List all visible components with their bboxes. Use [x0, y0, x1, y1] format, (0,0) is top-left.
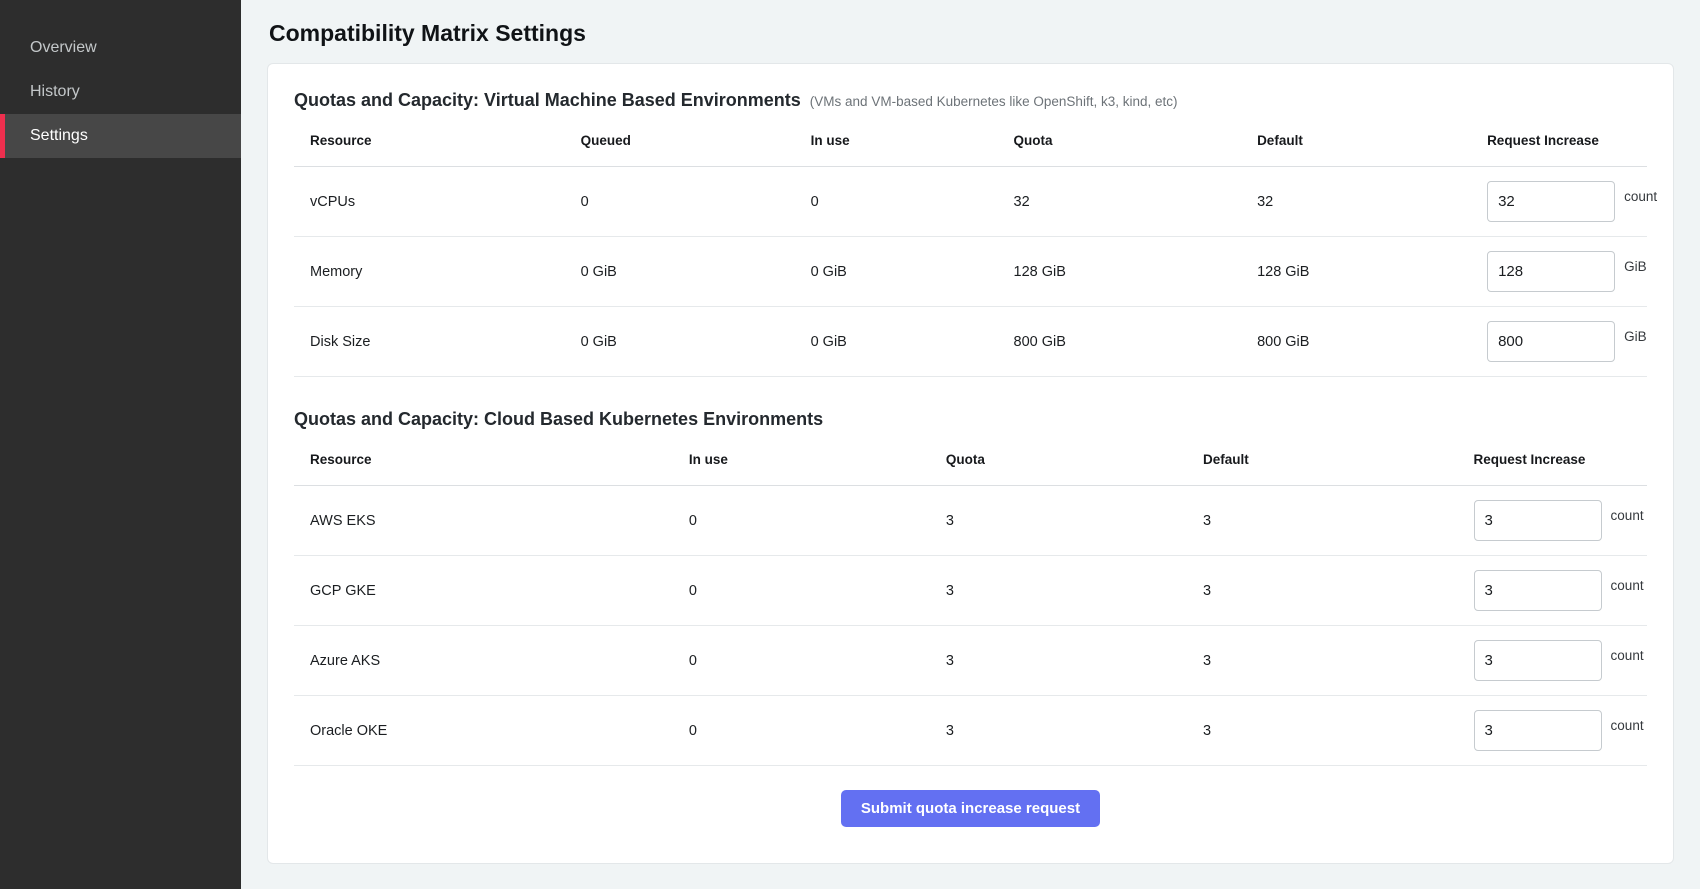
cell-resource: Memory [294, 237, 565, 307]
sidebar-item-settings[interactable]: Settings [0, 114, 241, 158]
cell-default: 3 [1187, 556, 1458, 626]
vm-section-subtitle: (VMs and VM-based Kubernetes like OpenSh… [810, 94, 1178, 109]
cell-request-increase: count [1471, 167, 1647, 237]
cell-default: 3 [1187, 696, 1458, 766]
cloud-section-header: Quotas and Capacity: Cloud Based Kuberne… [294, 409, 1647, 430]
cloud-col-header-quota: Quota [930, 436, 1187, 486]
cloud-col-header-in-use: In use [673, 436, 930, 486]
submit-quota-increase-button[interactable]: Submit quota increase request [841, 790, 1100, 827]
cloud-section-title: Quotas and Capacity: Cloud Based Kuberne… [294, 409, 823, 430]
cell-queued: 0 [565, 167, 795, 237]
unit-label: GiB [1624, 329, 1647, 344]
cell-request-increase: GiB [1471, 237, 1647, 307]
aws-eks-request-input[interactable] [1474, 500, 1602, 541]
cell-default: 3 [1187, 486, 1458, 556]
table-row: AWS EKS 0 3 3 count [294, 486, 1647, 556]
button-row: Submit quota increase request [294, 766, 1647, 841]
table-row: Memory 0 GiB 0 GiB 128 GiB 128 GiB GiB [294, 237, 1647, 307]
main-content: Compatibility Matrix Settings Quotas and… [241, 0, 1700, 889]
unit-label: count [1624, 189, 1657, 204]
cell-resource: vCPUs [294, 167, 565, 237]
vm-col-header-queued: Queued [565, 117, 795, 167]
unit-label: count [1611, 508, 1644, 523]
page-title: Compatibility Matrix Settings [269, 20, 1674, 47]
cell-request-increase: count [1458, 696, 1647, 766]
cell-resource: Azure AKS [294, 626, 673, 696]
cell-quota: 800 GiB [998, 307, 1242, 377]
vm-quota-table: Resource Queued In use Quota Default Req… [294, 117, 1647, 377]
settings-card: Quotas and Capacity: Virtual Machine Bas… [267, 63, 1674, 864]
cloud-col-header-resource: Resource [294, 436, 673, 486]
vm-table-header-row: Resource Queued In use Quota Default Req… [294, 117, 1647, 167]
vm-col-header-quota: Quota [998, 117, 1242, 167]
table-row: GCP GKE 0 3 3 count [294, 556, 1647, 626]
unit-label: count [1611, 648, 1644, 663]
cell-resource: Disk Size [294, 307, 565, 377]
cell-request-increase: count [1458, 626, 1647, 696]
cell-default: 128 GiB [1241, 237, 1471, 307]
vcpus-request-input[interactable] [1487, 181, 1615, 222]
vm-section-title: Quotas and Capacity: Virtual Machine Bas… [294, 90, 801, 111]
cell-default: 32 [1241, 167, 1471, 237]
cell-default: 3 [1187, 626, 1458, 696]
sidebar-item-overview[interactable]: Overview [0, 26, 241, 70]
cell-in-use: 0 GiB [795, 307, 998, 377]
cell-in-use: 0 [673, 556, 930, 626]
cell-quota: 128 GiB [998, 237, 1242, 307]
cell-queued: 0 GiB [565, 307, 795, 377]
cloud-quota-table: Resource In use Quota Default Request In… [294, 436, 1647, 766]
cell-quota: 3 [930, 626, 1187, 696]
table-row: Oracle OKE 0 3 3 count [294, 696, 1647, 766]
cell-queued: 0 GiB [565, 237, 795, 307]
cell-request-increase: count [1458, 556, 1647, 626]
unit-label: count [1611, 578, 1644, 593]
cell-in-use: 0 [673, 486, 930, 556]
cell-in-use: 0 GiB [795, 237, 998, 307]
sidebar-item-history[interactable]: History [0, 70, 241, 114]
cell-resource: Oracle OKE [294, 696, 673, 766]
cell-in-use: 0 [673, 696, 930, 766]
cell-resource: AWS EKS [294, 486, 673, 556]
disk-size-request-input[interactable] [1487, 321, 1615, 362]
unit-label: GiB [1624, 259, 1647, 274]
cell-resource: GCP GKE [294, 556, 673, 626]
table-row: vCPUs 0 0 32 32 count [294, 167, 1647, 237]
memory-request-input[interactable] [1487, 251, 1615, 292]
cell-quota: 3 [930, 696, 1187, 766]
cloud-col-header-request-increase: Request Increase [1458, 436, 1647, 486]
vm-section-header: Quotas and Capacity: Virtual Machine Bas… [294, 90, 1647, 111]
cell-default: 800 GiB [1241, 307, 1471, 377]
azure-aks-request-input[interactable] [1474, 640, 1602, 681]
unit-label: count [1611, 718, 1644, 733]
cell-in-use: 0 [795, 167, 998, 237]
vm-col-header-resource: Resource [294, 117, 565, 167]
cell-quota: 32 [998, 167, 1242, 237]
cell-request-increase: count [1458, 486, 1647, 556]
cell-request-increase: GiB [1471, 307, 1647, 377]
cell-quota: 3 [930, 556, 1187, 626]
vm-col-header-in-use: In use [795, 117, 998, 167]
vm-col-header-request-increase: Request Increase [1471, 117, 1647, 167]
cell-quota: 3 [930, 486, 1187, 556]
gcp-gke-request-input[interactable] [1474, 570, 1602, 611]
vm-col-header-default: Default [1241, 117, 1471, 167]
cell-in-use: 0 [673, 626, 930, 696]
table-row: Azure AKS 0 3 3 count [294, 626, 1647, 696]
sidebar: Overview History Settings [0, 0, 241, 889]
table-row: Disk Size 0 GiB 0 GiB 800 GiB 800 GiB Gi… [294, 307, 1647, 377]
oracle-oke-request-input[interactable] [1474, 710, 1602, 751]
cloud-col-header-default: Default [1187, 436, 1458, 486]
cloud-table-header-row: Resource In use Quota Default Request In… [294, 436, 1647, 486]
